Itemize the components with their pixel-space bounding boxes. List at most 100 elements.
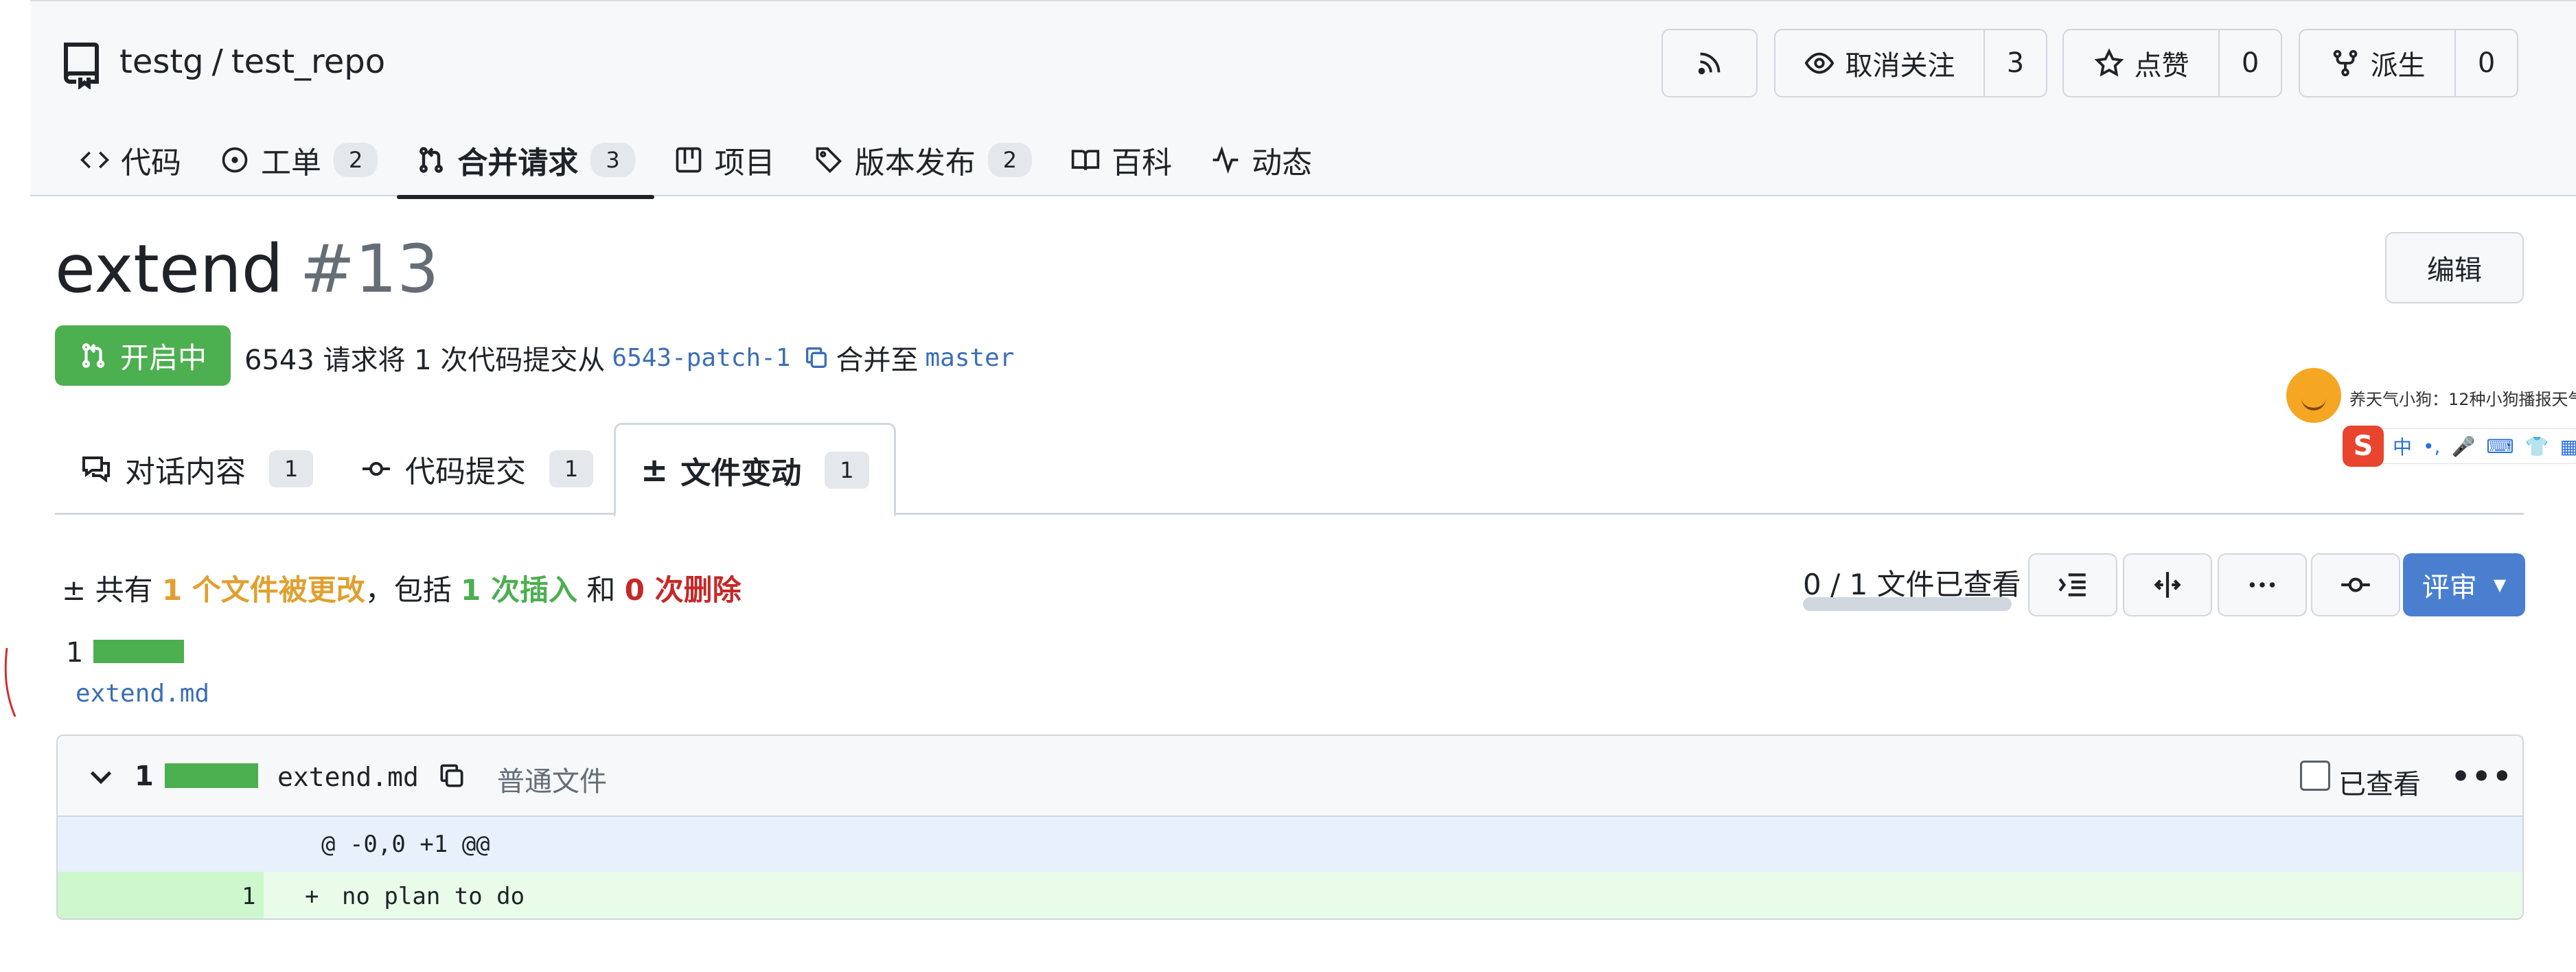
- repo-icon: [64, 43, 99, 89]
- tab-conversation-label: 对话内容: [125, 454, 246, 489]
- source-branch-link[interactable]: 6543-patch-1: [612, 344, 790, 372]
- tab-releases-count: 2: [987, 143, 1033, 177]
- diff-added-line: 1 + no plan to do: [58, 872, 2522, 918]
- deletions-count: 0 次删除: [624, 573, 741, 607]
- pull-request-icon: [419, 147, 444, 173]
- star-icon: [2094, 48, 2124, 77]
- tab-code[interactable]: 代码: [60, 122, 200, 198]
- tab-code-label: 代码: [121, 146, 181, 181]
- review-label: 评审: [2422, 572, 2477, 603]
- tab-files-changed[interactable]: ± 文件变动 1: [614, 423, 896, 517]
- tab-projects-label: 项目: [714, 146, 775, 181]
- comment-icon: [82, 456, 110, 483]
- skin-icon[interactable]: 👕: [2525, 435, 2549, 458]
- pr-title: extend #13: [55, 231, 439, 308]
- tab-activity[interactable]: 动态: [1191, 122, 1331, 198]
- pr-number: #13: [299, 231, 439, 308]
- summary-comma: ，包括: [365, 573, 452, 607]
- tab-commits[interactable]: 代码提交 1: [335, 423, 618, 515]
- watch-count[interactable]: 3: [1983, 30, 2046, 96]
- chevron-down-icon[interactable]: [85, 761, 117, 792]
- review-button[interactable]: 评审 ▼: [2403, 553, 2525, 616]
- tab-issues-label: 工单: [261, 146, 321, 181]
- diff-summary: ± 共有 1 个文件被更改，包括 1 次插入 和 0 次删除: [62, 567, 741, 609]
- tag-icon: [816, 147, 842, 174]
- tab-issues[interactable]: 工单 2: [200, 122, 397, 198]
- commit-icon: [363, 462, 390, 476]
- punctuation-icon[interactable]: •,: [2423, 435, 2440, 458]
- tab-activity-label: 动态: [1252, 146, 1313, 181]
- tab-pull-requests-count: 3: [590, 143, 635, 177]
- file-list-item-link[interactable]: extend.md: [76, 680, 209, 708]
- pr-meta: 6543 请求将 1 次代码提交从 6543-patch-1 合并至 maste…: [244, 338, 1022, 378]
- tab-projects[interactable]: 项目: [654, 122, 794, 198]
- fork-label: 派生: [2370, 50, 2426, 82]
- diff-file-header: 1 extend.md 普通文件 已查看 •••: [58, 736, 2522, 817]
- chevron-down-icon: ▼: [2493, 575, 2507, 594]
- watch-label: 取消关注: [1845, 50, 1955, 82]
- copy-icon[interactable]: [437, 761, 467, 791]
- repo-title: testg / test_repo: [119, 43, 385, 81]
- more-options-button[interactable]: [2218, 553, 2307, 616]
- tab-pull-requests[interactable]: 合并请求 3: [397, 122, 655, 199]
- diff-line-count: 1: [135, 761, 154, 792]
- diff-hunk-header: @ -0,0 +1 @@: [58, 817, 2522, 872]
- tab-issues-count: 2: [334, 143, 378, 177]
- edit-button[interactable]: 编辑: [2385, 232, 2524, 303]
- star-label: 点赞: [2134, 50, 2189, 82]
- keyboard-icon[interactable]: ⌨: [2486, 435, 2514, 458]
- issue-icon: [222, 147, 248, 173]
- sogou-logo-icon[interactable]: S: [2343, 426, 2384, 467]
- ime-lang-toggle[interactable]: 中: [2393, 432, 2412, 460]
- fork-icon: [2333, 49, 2357, 77]
- tab-commits-label: 代码提交: [405, 454, 526, 489]
- tab-releases[interactable]: 版本发布 2: [794, 122, 1051, 198]
- plus-minus-icon: ±: [62, 573, 87, 607]
- summary-and: 和: [586, 573, 616, 607]
- ime-overlay: 养天气小狗：12种小狗播报天气 中 •, 🎤 ⌨ 👕 ▦ S: [2286, 362, 2576, 478]
- apps-icon[interactable]: ▦: [2560, 435, 2576, 458]
- split-view-button[interactable]: [2123, 553, 2212, 616]
- diff-icon: ±: [641, 450, 669, 489]
- file-type-label: 普通文件: [497, 766, 607, 798]
- status-badge: 开启中: [55, 325, 231, 386]
- project-icon: [676, 147, 702, 173]
- tab-wiki[interactable]: 百科: [1051, 122, 1191, 198]
- book-icon: [1071, 150, 1100, 171]
- tab-files-changed-label: 文件变动: [680, 455, 802, 491]
- tab-files-changed-count: 1: [825, 451, 869, 489]
- tab-conversation[interactable]: 对话内容 1: [55, 423, 338, 515]
- target-branch-link[interactable]: master: [925, 344, 1014, 372]
- file-more-button[interactable]: •••: [2451, 759, 2513, 794]
- viewed-checkbox-label: 已查看: [2338, 769, 2421, 800]
- fork-count[interactable]: 0: [2454, 30, 2517, 96]
- summary-prefix: 共有: [95, 573, 153, 607]
- watch-button[interactable]: 取消关注 3: [1774, 29, 2047, 97]
- line-number[interactable]: 1: [242, 883, 255, 910]
- tab-releases-label: 版本发布: [854, 146, 976, 181]
- viewed-checkbox[interactable]: [2300, 761, 2330, 791]
- star-button[interactable]: 点赞 0: [2062, 29, 2282, 97]
- split-view-icon: [2154, 572, 2181, 598]
- microphone-icon[interactable]: 🎤: [2451, 435, 2475, 458]
- tab-wiki-label: 百科: [1112, 146, 1173, 181]
- pr-title-text: extend: [55, 231, 284, 308]
- toggle-file-tree-button[interactable]: [2028, 553, 2117, 616]
- code-line: no plan to do: [342, 883, 525, 910]
- ime-tip-text[interactable]: 养天气小狗：12种小狗播报天气: [2349, 386, 2576, 410]
- copy-icon[interactable]: [803, 344, 830, 371]
- weather-sun-icon[interactable]: [2286, 368, 2341, 423]
- star-count[interactable]: 0: [2218, 30, 2281, 96]
- fork-button[interactable]: 派生 0: [2299, 29, 2518, 97]
- insertions-count: 1 次插入: [461, 573, 578, 607]
- commit-icon: [2341, 577, 2370, 592]
- commit-selector-button[interactable]: [2311, 553, 2400, 616]
- pen-annotation-mark: [4, 647, 16, 717]
- rss-button[interactable]: [1661, 29, 1758, 97]
- eye-icon: [1805, 52, 1835, 74]
- rss-icon: [1698, 52, 1721, 75]
- repo-owner-link[interactable]: testg: [119, 43, 204, 81]
- file-tree-icon: [2058, 573, 2086, 597]
- repo-name-link[interactable]: test_repo: [231, 43, 385, 81]
- pr-sub-tabs: 对话内容 1 代码提交 1 ± 文件变动 1: [55, 423, 2524, 517]
